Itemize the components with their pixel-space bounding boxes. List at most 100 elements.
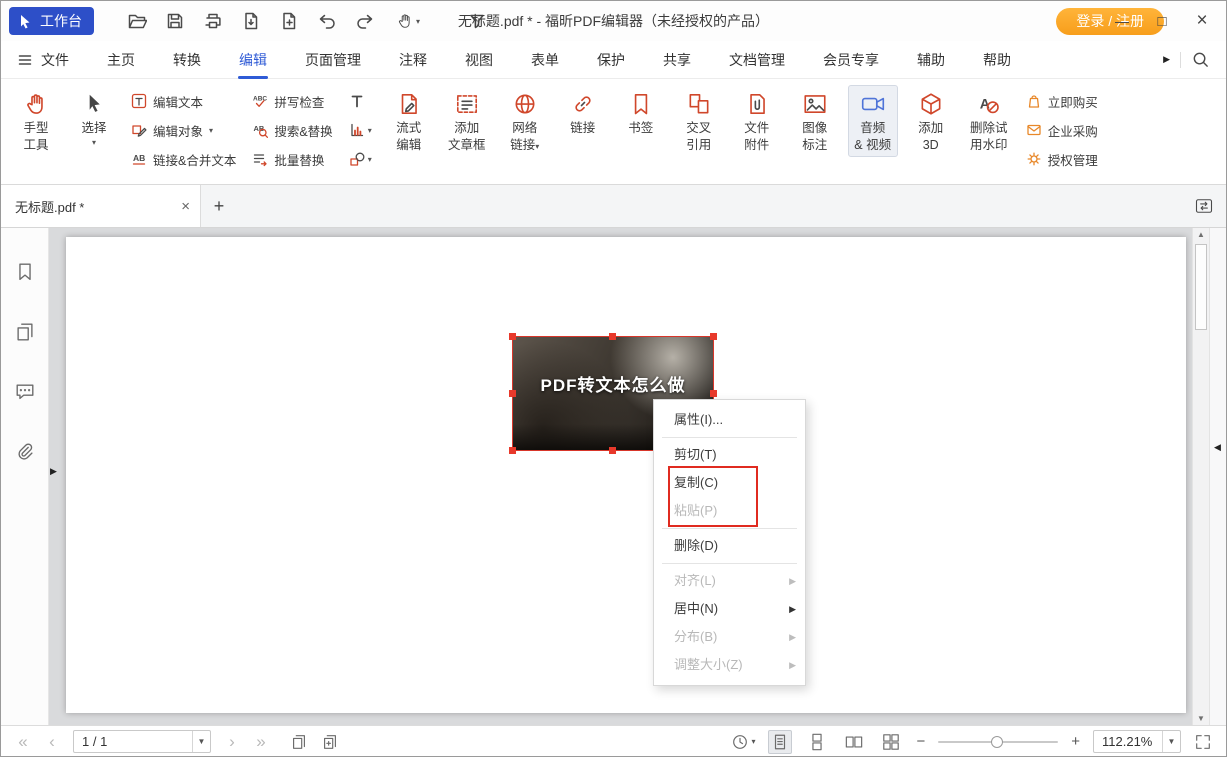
image-annotation-button[interactable]: 图像 标注 [790, 85, 840, 157]
context-menu-properties[interactable]: 属性(I)... [654, 406, 805, 434]
context-menu-distribute[interactable]: 分布(B)▶ [654, 623, 805, 651]
zoom-level-select[interactable]: 112.21% ▼ [1093, 730, 1181, 753]
stream-edit-button[interactable]: 流式 编辑 [384, 85, 434, 157]
continuous-view-button[interactable] [805, 730, 829, 754]
menu-tab-convert[interactable]: 转换 [173, 41, 201, 79]
selection-handle[interactable] [509, 333, 516, 340]
menu-tab-help[interactable]: 帮助 [983, 41, 1011, 79]
previous-page-button[interactable]: ‹ [44, 732, 60, 752]
pages-panel-button[interactable] [10, 318, 40, 346]
cross-reference-button[interactable]: 交叉 引用 [674, 85, 724, 157]
selection-handle[interactable] [509, 390, 516, 397]
menu-tab-share[interactable]: 共享 [663, 41, 691, 79]
selection-handle[interactable] [710, 390, 717, 397]
zoom-slider[interactable] [938, 734, 1058, 750]
context-menu-copy[interactable]: 复制(C) [654, 469, 805, 497]
selection-handle[interactable] [509, 447, 516, 454]
menu-tab-comment[interactable]: 注释 [399, 41, 427, 79]
batch-replace-button[interactable]: 批量替换 [248, 147, 336, 171]
save-button[interactable] [158, 6, 192, 36]
audio-video-button[interactable]: 音频 & 视频 [848, 85, 898, 157]
menu-tab-membership[interactable]: 会员专享 [823, 41, 879, 79]
zoom-slider-thumb[interactable] [991, 736, 1003, 748]
workspace-button[interactable]: 工作台 [9, 7, 94, 35]
last-page-button[interactable]: » [253, 732, 269, 752]
menu-file[interactable]: 文件 [17, 41, 69, 79]
spell-check-button[interactable]: ABC 拼写检查 [248, 89, 336, 113]
first-page-button[interactable]: « [15, 732, 31, 752]
minimize-button[interactable]: — [1102, 1, 1142, 41]
sidebar-expand-icon[interactable]: ▶ [50, 466, 57, 477]
edit-object-button[interactable]: 编辑对象 ▾ [127, 118, 240, 142]
add-shape-button[interactable]: ▾ [345, 147, 376, 171]
menu-tab-edit[interactable]: 编辑 [239, 41, 267, 79]
close-window-button[interactable]: × [1182, 1, 1222, 41]
bookmarks-panel-button[interactable] [10, 258, 40, 286]
menu-tab-protect[interactable]: 保护 [597, 41, 625, 79]
print-button[interactable] [196, 6, 230, 36]
tab-close-icon[interactable]: × [181, 198, 190, 215]
selection-handle[interactable] [609, 447, 616, 454]
menu-tab-accessibility[interactable]: 辅助 [917, 41, 945, 79]
add-tab-button[interactable]: + [201, 185, 237, 227]
menu-tab-form[interactable]: 表单 [531, 41, 559, 79]
maximize-button[interactable]: □ [1142, 1, 1182, 41]
add-text-button[interactable] [345, 89, 376, 113]
facing-continuous-view-button[interactable] [879, 730, 903, 754]
search-button[interactable] [1191, 50, 1210, 69]
license-manage-button[interactable]: 授权管理 [1022, 147, 1102, 171]
add-article-box-button[interactable]: 添加 文章框 [442, 85, 492, 157]
file-attachment-button[interactable]: 文件 附件 [732, 85, 782, 157]
menu-tab-home[interactable]: 主页 [107, 41, 135, 79]
page-number-select[interactable]: 1 / 1 ▼ [73, 730, 211, 753]
next-page-button[interactable]: › [224, 732, 240, 752]
search-replace-button[interactable]: AB 搜索&替换 [248, 118, 336, 142]
redo-button[interactable] [348, 6, 382, 36]
copy-page-button[interactable] [321, 733, 339, 751]
open-file-button[interactable] [120, 6, 154, 36]
zoom-in-button[interactable]: + [1071, 733, 1080, 750]
menu-overflow-icon[interactable]: ▶ [1163, 54, 1170, 65]
facing-view-button[interactable] [842, 730, 866, 754]
menu-tab-doc-manage[interactable]: 文档管理 [729, 41, 785, 79]
bookmark-button[interactable]: 书签 [616, 85, 666, 140]
context-menu-align[interactable]: 对齐(L)▶ [654, 567, 805, 595]
export-page-button[interactable] [234, 6, 268, 36]
undo-button[interactable] [310, 6, 344, 36]
buy-now-button[interactable]: 立即购买 [1022, 89, 1102, 113]
right-panel-collapse-icon[interactable]: ◀ [1214, 442, 1221, 453]
link-button[interactable]: 链接 [558, 85, 608, 140]
duplicate-page-button[interactable] [290, 733, 308, 751]
new-page-button[interactable] [272, 6, 306, 36]
context-menu-delete[interactable]: 删除(D) [654, 532, 805, 560]
vertical-scrollbar[interactable]: ▲ ▼ [1192, 228, 1209, 725]
caret-down-icon[interactable]: ▼ [1162, 731, 1180, 752]
menu-tab-page-manage[interactable]: 页面管理 [305, 41, 361, 79]
tab-switcher-button[interactable] [1194, 185, 1226, 227]
context-menu-resize[interactable]: 调整大小(Z)▶ [654, 651, 805, 679]
context-menu-center[interactable]: 居中(N)▶ [654, 595, 805, 623]
document-tab-active[interactable]: 无标题.pdf * × [1, 185, 201, 227]
selection-handle[interactable] [609, 333, 616, 340]
menu-tab-view[interactable]: 视图 [465, 41, 493, 79]
zoom-out-button[interactable]: − [916, 733, 925, 750]
scroll-down-icon[interactable]: ▼ [1193, 714, 1209, 723]
comments-panel-button[interactable] [10, 378, 40, 406]
hand-tool-button[interactable]: 手型 工具 [11, 85, 61, 157]
edit-text-button[interactable]: 编辑文本 [127, 89, 240, 113]
selection-handle[interactable] [710, 333, 717, 340]
context-menu-paste[interactable]: 粘贴(P) [654, 497, 805, 525]
web-link-button[interactable]: 网络 链接▾ [500, 85, 550, 158]
link-merge-text-button[interactable]: AB 链接&合并文本 [127, 147, 240, 171]
remove-trial-watermark-button[interactable]: A 删除试 用水印 [964, 85, 1014, 157]
context-menu-cut[interactable]: 剪切(T) [654, 441, 805, 469]
select-tool-button[interactable]: 选择 ▾ [69, 85, 119, 151]
enterprise-purchase-button[interactable]: 企业采购 [1022, 118, 1102, 142]
scroll-up-icon[interactable]: ▲ [1193, 230, 1209, 239]
pdf-page[interactable]: PDF转文本怎么做 [66, 237, 1186, 713]
fullscreen-button[interactable] [1194, 733, 1212, 751]
single-page-view-button[interactable] [768, 730, 792, 754]
add-3d-button[interactable]: 添加 3D [906, 85, 956, 157]
attachments-panel-button[interactable] [10, 438, 40, 466]
auto-scroll-button[interactable]: ▾ [731, 733, 755, 751]
